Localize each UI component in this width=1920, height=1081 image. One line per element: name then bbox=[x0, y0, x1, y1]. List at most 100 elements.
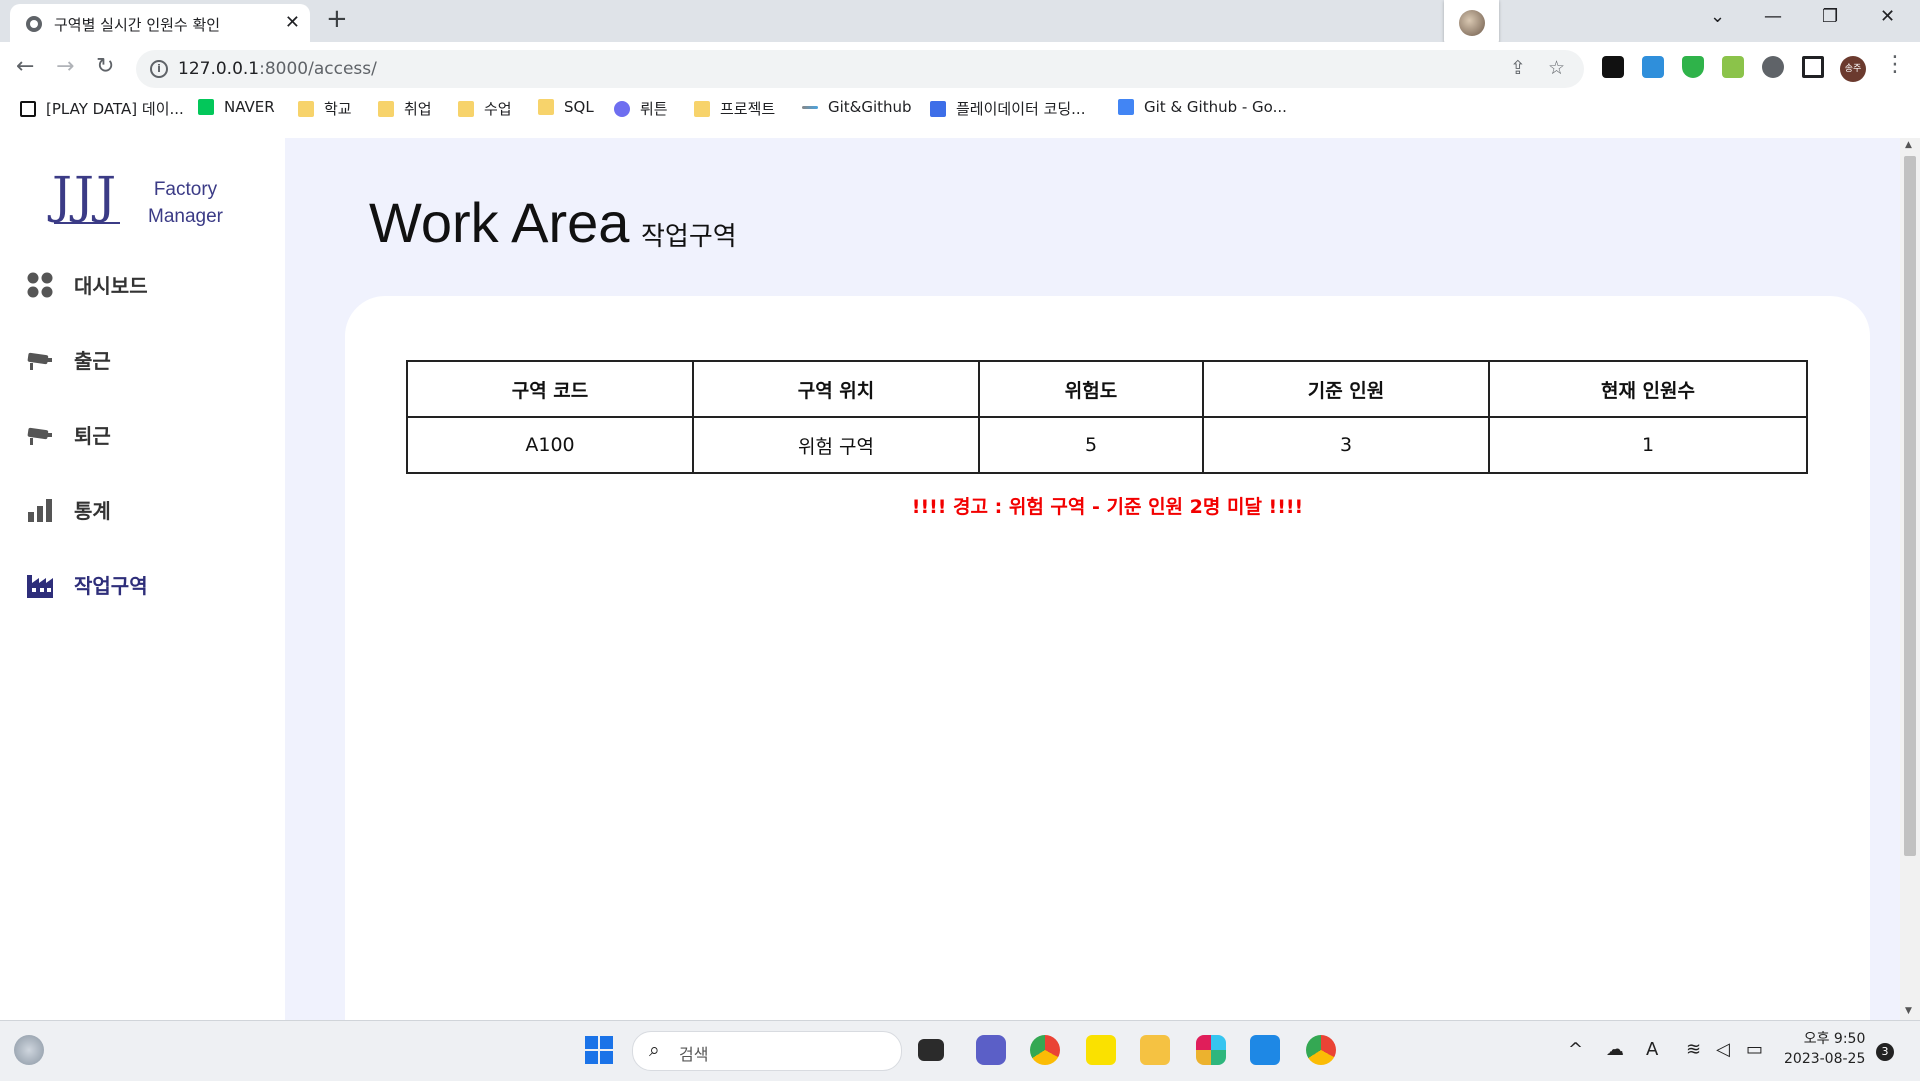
taskbar: ⌕ 검색 ^ ☁ A ≋ ◁ ▭ 오후 9:50 2023-08-25 3 bbox=[0, 1020, 1920, 1081]
excel-extension-icon[interactable] bbox=[1722, 56, 1744, 78]
windows-start-icon[interactable] bbox=[584, 1035, 614, 1065]
notion-extension-icon[interactable] bbox=[1602, 56, 1624, 78]
bookmark-label: SQL bbox=[564, 98, 594, 116]
logo-text-line1: Factory bbox=[153, 179, 218, 200]
sidebar-item-check-in[interactable]: 출근 bbox=[26, 345, 111, 374]
restore-button[interactable]: ❐ bbox=[1822, 6, 1838, 27]
sidebar-item-work-area[interactable]: 작업구역 bbox=[26, 570, 148, 599]
bookmark-item[interactable]: Git&Github bbox=[802, 98, 912, 116]
scroll-down-arrow[interactable]: ▼ bbox=[1905, 1006, 1912, 1016]
page-scrollbar[interactable]: ▲ ▼ bbox=[1900, 138, 1920, 1020]
notification-badge[interactable]: 3 bbox=[1876, 1043, 1894, 1061]
sidebar-item-dashboard[interactable]: 대시보드 bbox=[26, 270, 148, 299]
battery-icon[interactable]: ▭ bbox=[1746, 1039, 1763, 1060]
slack-icon[interactable] bbox=[1196, 1035, 1226, 1065]
bookmark-item[interactable]: SQL bbox=[538, 98, 594, 116]
globe-icon bbox=[26, 16, 42, 32]
scroll-up-arrow[interactable]: ▲ bbox=[1905, 140, 1912, 150]
table-cell: 위험 구역 bbox=[692, 416, 980, 474]
warning-message: !!!! 경고 : 위험 구역 - 기준 인원 2명 미달 !!!! bbox=[911, 496, 1304, 518]
chat-icon[interactable] bbox=[976, 1035, 1006, 1065]
bookmark-item[interactable]: 뤼튼 bbox=[614, 98, 668, 119]
menu-kebab-icon[interactable]: ⋮ bbox=[1884, 52, 1906, 77]
file-explorer-icon[interactable] bbox=[1140, 1035, 1170, 1065]
minimize-button[interactable]: — bbox=[1764, 6, 1782, 27]
browser-tab[interactable]: 구역별 실시간 인원수 확인 ✕ bbox=[10, 4, 310, 42]
vscode-icon[interactable] bbox=[1250, 1035, 1280, 1065]
close-window-button[interactable]: ✕ bbox=[1880, 6, 1895, 27]
table-cell: 5 bbox=[978, 416, 1204, 474]
sidebar-item-label: 통계 bbox=[74, 499, 111, 523]
taskbar-search[interactable]: ⌕ 검색 bbox=[632, 1031, 902, 1071]
wrtn-icon bbox=[614, 100, 630, 117]
sidebar-item-statistics[interactable]: 통계 bbox=[26, 495, 111, 524]
address-bar[interactable]: i 127.0.0.1:8000/access/ ⇪ ☆ bbox=[136, 50, 1584, 88]
profile-chip[interactable] bbox=[1444, 0, 1499, 46]
work-area-table: 구역 코드 구역 위치 위험도 기준 인원 현재 인원수 A100 위험 구역 … bbox=[406, 360, 1808, 474]
bookmark-label: 플레이데이터 코딩... bbox=[956, 100, 1086, 118]
system-clock[interactable]: 오후 9:50 2023-08-25 bbox=[1784, 1029, 1865, 1069]
close-tab-icon[interactable]: ✕ bbox=[285, 12, 300, 33]
folder-icon bbox=[458, 100, 474, 117]
reload-icon[interactable]: ↻ bbox=[96, 54, 114, 79]
task-view-icon[interactable] bbox=[918, 1039, 944, 1061]
new-tab-button[interactable]: + bbox=[326, 4, 348, 34]
bookmark-star-icon[interactable]: ☆ bbox=[1548, 57, 1565, 79]
factory-icon bbox=[26, 571, 54, 599]
column-header: 기준 인원 bbox=[1202, 360, 1490, 418]
sidebar-item-label: 퇴근 bbox=[74, 424, 111, 448]
browser-tab-strip: 구역별 실시간 인원수 확인 ✕ + ⌄ — ❐ ✕ bbox=[0, 0, 1920, 46]
ime-icon[interactable]: A bbox=[1646, 1039, 1658, 1060]
onedrive-icon[interactable]: ☁ bbox=[1606, 1039, 1624, 1060]
kakaotalk-icon[interactable] bbox=[1086, 1035, 1116, 1065]
notion-icon bbox=[20, 100, 36, 117]
bookmark-item[interactable]: 플레이데이터 코딩... bbox=[930, 98, 1085, 119]
bookmark-item[interactable]: Git & Github - Go... bbox=[1118, 98, 1287, 116]
logo-underline bbox=[54, 222, 120, 224]
logo[interactable]: JJJ bbox=[52, 170, 124, 224]
bookmark-label: [PLAY DATA] 데이... bbox=[46, 100, 184, 118]
volume-icon[interactable]: ◁ bbox=[1716, 1039, 1730, 1060]
column-header: 구역 코드 bbox=[406, 360, 694, 418]
bookmark-item[interactable]: NAVER bbox=[198, 98, 275, 116]
git-icon bbox=[802, 105, 818, 109]
main-content: Work Area 작업구역 구역 코드 구역 위치 위험도 기준 인원 현재 … bbox=[285, 138, 1900, 1056]
side-panel-icon[interactable] bbox=[1802, 56, 1824, 78]
logo-text: Factory Manager bbox=[148, 176, 223, 230]
bookmark-label: 뤼튼 bbox=[640, 100, 668, 118]
wifi-icon[interactable]: ≋ bbox=[1686, 1039, 1701, 1060]
chrome-icon[interactable] bbox=[1030, 1035, 1060, 1065]
table-cell: A100 bbox=[406, 416, 694, 474]
playdata-icon bbox=[930, 100, 946, 117]
calendar-extension-icon[interactable] bbox=[1642, 56, 1664, 78]
sidebar-item-check-out[interactable]: 퇴근 bbox=[26, 420, 111, 449]
camera-icon bbox=[26, 421, 54, 449]
profile-avatar[interactable]: 송주 bbox=[1840, 56, 1866, 82]
url-text[interactable]: 127.0.0.1:8000/access/ bbox=[178, 59, 377, 79]
chrome-profile-icon[interactable] bbox=[1306, 1035, 1336, 1065]
bookmark-item[interactable]: 프로젝트 bbox=[694, 98, 775, 119]
bookmark-item[interactable]: 수업 bbox=[458, 98, 512, 119]
forward-arrow-icon[interactable]: → bbox=[56, 54, 74, 79]
bookmark-item[interactable]: 학교 bbox=[298, 98, 352, 119]
bookmark-item[interactable]: [PLAY DATA] 데이... bbox=[20, 98, 184, 119]
browser-toolbar: ← → ↻ i 127.0.0.1:8000/access/ ⇪ ☆ 송주 ⋮ … bbox=[0, 42, 1920, 139]
extensions-puzzle-icon[interactable] bbox=[1762, 56, 1784, 78]
docs-icon bbox=[1118, 99, 1134, 115]
bookmark-label: NAVER bbox=[224, 98, 275, 116]
bookmark-label: 취업 bbox=[404, 100, 432, 118]
scrollbar-thumb[interactable] bbox=[1904, 156, 1916, 856]
site-info-icon[interactable]: i bbox=[150, 60, 168, 78]
back-arrow-icon[interactable]: ← bbox=[16, 54, 34, 79]
bookmark-item[interactable]: 취업 bbox=[378, 98, 432, 119]
tab-search-button[interactable]: ⌄ bbox=[1710, 6, 1725, 27]
weather-icon[interactable] bbox=[14, 1035, 44, 1065]
column-header: 구역 위치 bbox=[692, 360, 980, 418]
page-title: Work Area bbox=[369, 191, 630, 254]
tray-chevron-icon[interactable]: ^ bbox=[1568, 1039, 1583, 1060]
sidebar-item-label: 대시보드 bbox=[74, 274, 148, 298]
bar-chart-icon bbox=[26, 496, 54, 524]
sidebar: JJJ Factory Manager 대시보드 출근 퇴근 통계 작업구역 bbox=[0, 138, 285, 1020]
shield-extension-icon[interactable] bbox=[1682, 56, 1704, 78]
share-icon[interactable]: ⇪ bbox=[1510, 57, 1526, 79]
